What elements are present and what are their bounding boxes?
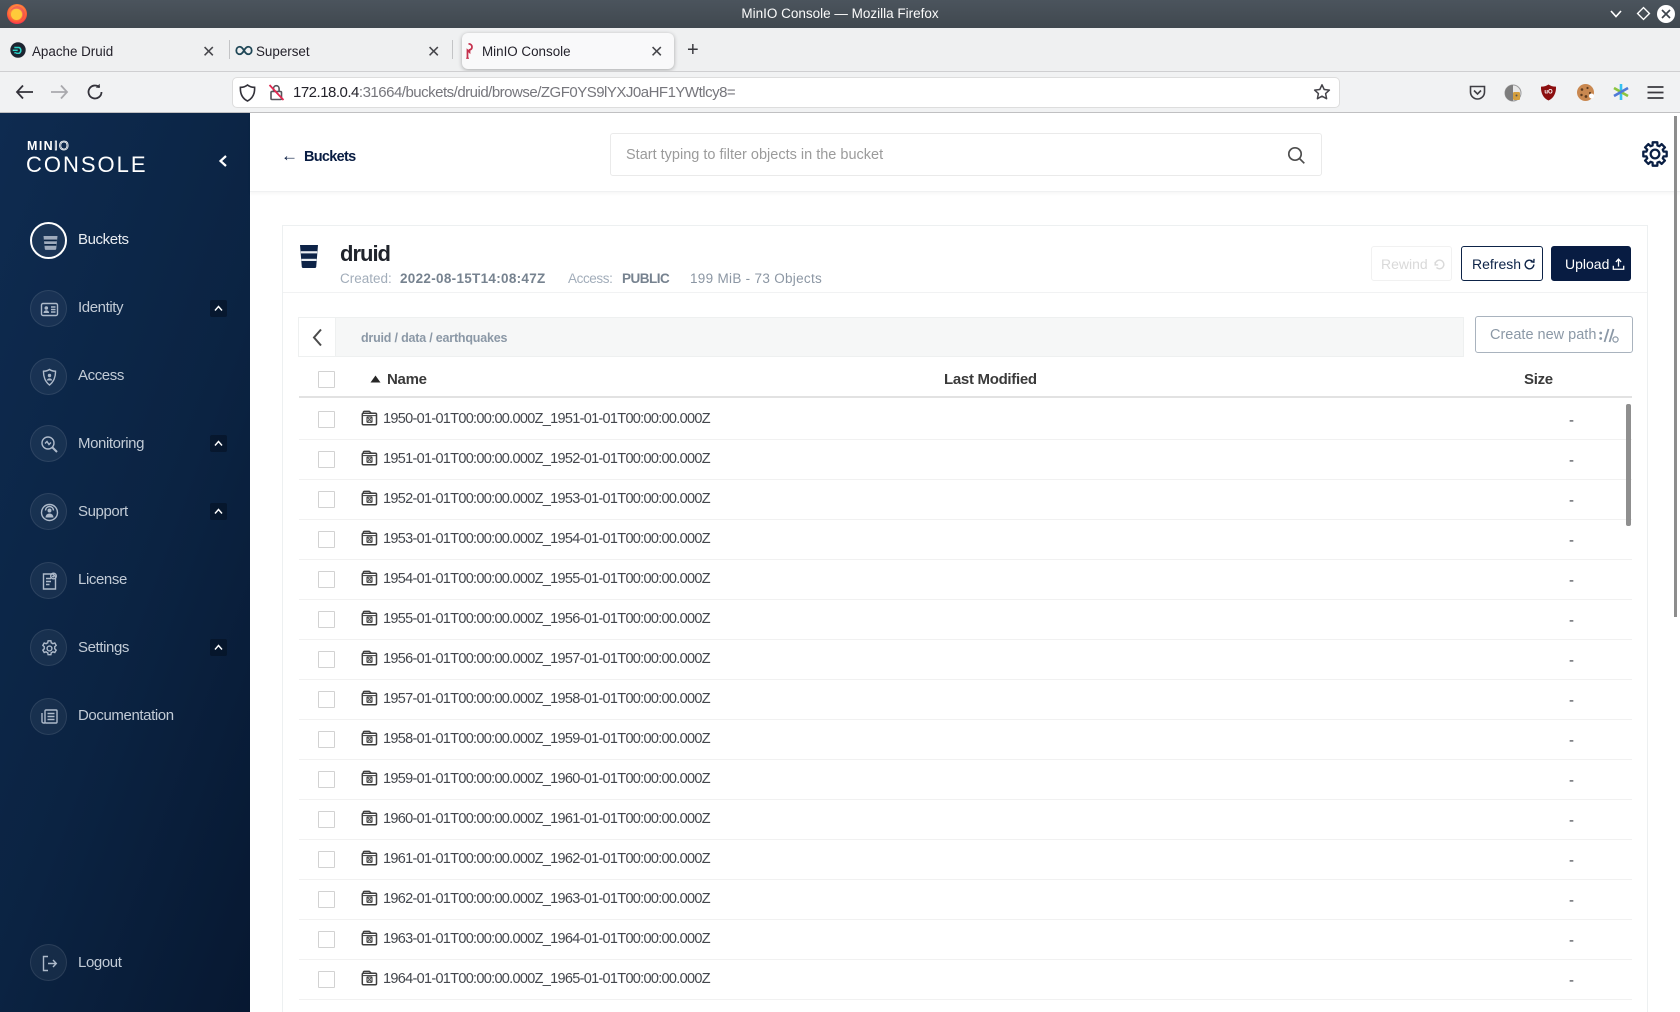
svg-text:uO: uO bbox=[1544, 90, 1553, 96]
